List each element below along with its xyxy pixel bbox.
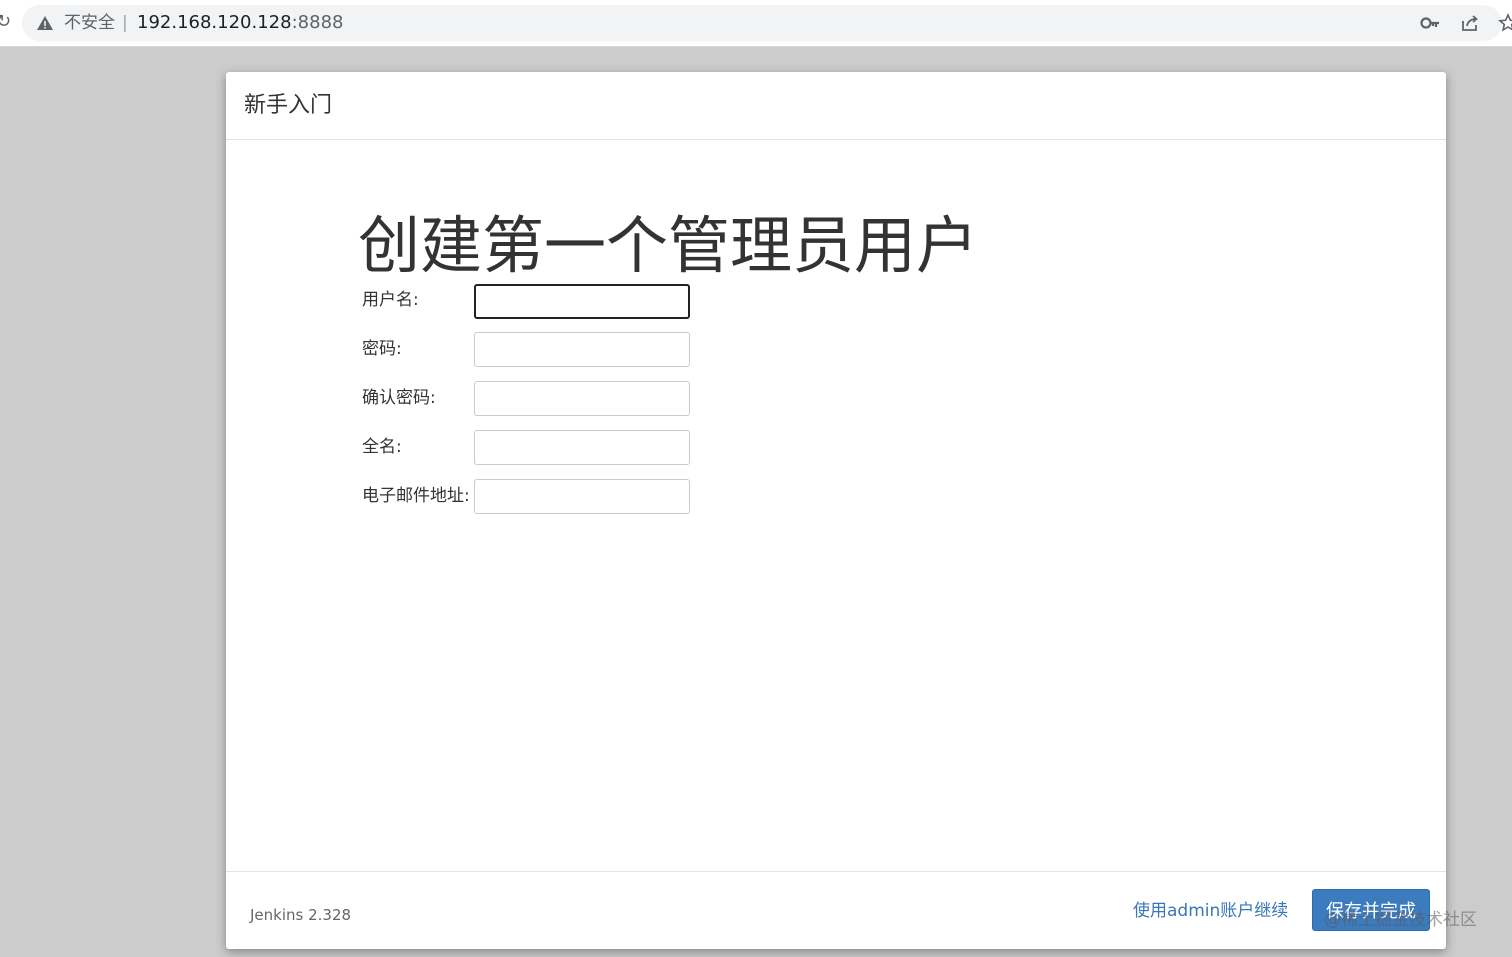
url-host: 192.168.120.128 bbox=[137, 12, 292, 33]
password-input[interactable] bbox=[474, 332, 690, 367]
save-and-finish-button[interactable]: 保存并完成 bbox=[1312, 889, 1430, 931]
url-text[interactable]: 192.168.120.128:8888 bbox=[137, 13, 343, 33]
password-label: 密码: bbox=[362, 339, 402, 359]
dialog-header: 新手入门 bbox=[226, 72, 1446, 140]
full-name-input[interactable] bbox=[474, 430, 690, 465]
email-label: 电子邮件地址: bbox=[362, 486, 470, 506]
insecure-label[interactable]: 不安全 bbox=[64, 13, 115, 33]
dialog-footer: Jenkins 2.328 使用admin账户继续 保存并完成 bbox=[226, 871, 1446, 950]
continue-as-admin-link[interactable]: 使用admin账户继续 bbox=[1133, 900, 1288, 922]
full-name-label: 全名: bbox=[362, 437, 402, 457]
jenkins-version: Jenkins 2.328 bbox=[250, 906, 352, 924]
share-icon[interactable] bbox=[1460, 13, 1480, 33]
dialog-title: 新手入门 bbox=[244, 93, 333, 118]
email-input[interactable] bbox=[474, 479, 690, 514]
address-bar[interactable]: 不安全 | 192.168.120.128:8888 bbox=[22, 5, 1512, 41]
address-separator: | bbox=[122, 13, 128, 33]
username-input[interactable] bbox=[474, 284, 690, 319]
confirm-password-label: 确认密码: bbox=[362, 388, 436, 408]
confirm-password-input[interactable] bbox=[474, 381, 690, 416]
username-label: 用户名: bbox=[362, 290, 419, 310]
setup-dialog: 新手入门 创建第一个管理员用户 用户名: 密码: 确认密码: 全名: 电子邮件地… bbox=[226, 72, 1446, 949]
reload-icon[interactable]: ↻ bbox=[0, 11, 11, 33]
key-icon[interactable] bbox=[1420, 15, 1440, 31]
browser-toolbar: ↻ 不安全 | 192.168.120.128:8888 bbox=[0, 0, 1512, 47]
warning-icon[interactable] bbox=[36, 14, 54, 32]
page-heading: 创建第一个管理员用户 bbox=[358, 209, 979, 282]
url-port: :8888 bbox=[291, 12, 344, 33]
bookmark-star-icon[interactable] bbox=[1498, 13, 1512, 33]
